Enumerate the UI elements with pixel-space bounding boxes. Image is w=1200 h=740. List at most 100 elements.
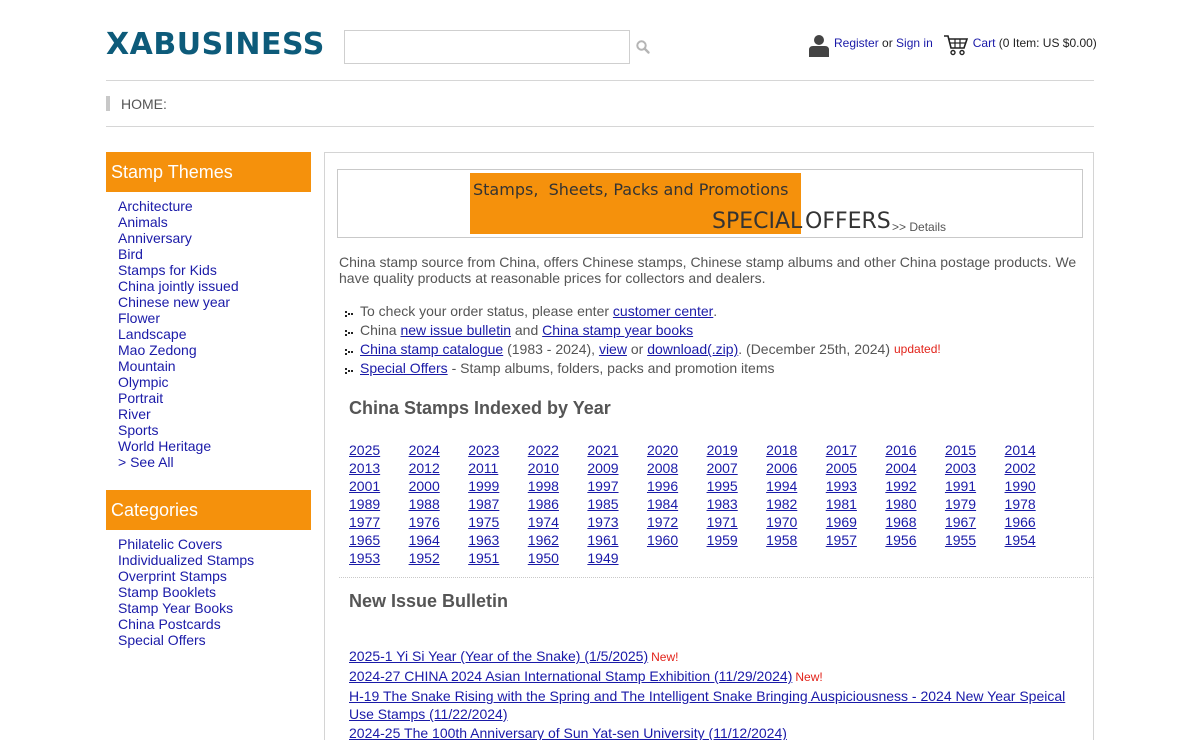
sidebar-item-label[interactable]: Landscape	[118, 326, 187, 342]
year-link[interactable]: 1985	[587, 495, 647, 513]
year-link[interactable]: 1979	[945, 495, 1005, 513]
year-link[interactable]: 1989	[349, 495, 409, 513]
year-link[interactable]: 2012	[409, 459, 469, 477]
sidebar-item-label[interactable]: Mountain	[118, 358, 176, 374]
year-link[interactable]: 2019	[707, 441, 767, 459]
year-link[interactable]: 2000	[409, 477, 469, 495]
sidebar-item-individualized-stamps[interactable]: Individualized Stamps	[118, 552, 254, 568]
year-link[interactable]: 1969	[826, 513, 886, 531]
bulletin-link[interactable]: H-19 The Snake Rising with the Spring an…	[349, 688, 1065, 722]
year-link[interactable]: 1980	[885, 495, 945, 513]
year-link[interactable]: 2009	[587, 459, 647, 477]
year-link[interactable]: 1950	[528, 549, 588, 567]
year-link[interactable]: 2003	[945, 459, 1005, 477]
year-link[interactable]: 2005	[826, 459, 886, 477]
sidebar-item-label[interactable]: Stamps for Kids	[118, 262, 217, 278]
year-link[interactable]: 2013	[349, 459, 409, 477]
year-link[interactable]: 1994	[766, 477, 826, 495]
year-link[interactable]: 2001	[349, 477, 409, 495]
sidebar-item-label[interactable]: China jointly issued	[118, 278, 239, 294]
year-link[interactable]: 2004	[885, 459, 945, 477]
sidebar-item-world-heritage[interactable]: World Heritage	[118, 438, 239, 454]
year-link[interactable]: 2022	[528, 441, 588, 459]
year-link[interactable]: 1992	[885, 477, 945, 495]
sidebar-item-label[interactable]: Mao Zedong	[118, 342, 197, 358]
sidebar-item-philatelic-covers[interactable]: Philatelic Covers	[118, 536, 254, 552]
year-link[interactable]: 1972	[647, 513, 707, 531]
new-issue-bulletin-link[interactable]: new issue bulletin	[400, 321, 511, 340]
year-link[interactable]: 2020	[647, 441, 707, 459]
sidebar-item-olympic[interactable]: Olympic	[118, 374, 239, 390]
sidebar-item-label[interactable]: Overprint Stamps	[118, 568, 227, 584]
year-link[interactable]: 2011	[468, 459, 528, 477]
bulletin-link[interactable]: 2024-25 The 100th Anniversary of Sun Yat…	[349, 725, 787, 740]
sidebar-item-mao-zedong[interactable]: Mao Zedong	[118, 342, 239, 358]
year-link[interactable]: 1971	[707, 513, 767, 531]
sidebar-item-stamp-year-books[interactable]: Stamp Year Books	[118, 600, 254, 616]
sign-in-link[interactable]: Sign in	[896, 36, 933, 50]
year-link[interactable]: 2025	[349, 441, 409, 459]
year-link[interactable]: 2018	[766, 441, 826, 459]
special-offers-link[interactable]: Special Offers	[360, 359, 448, 378]
stamp-catalogue-link[interactable]: China stamp catalogue	[360, 340, 503, 359]
bulletin-link[interactable]: 2025-1 Yi Si Year (Year of the Snake) (1…	[349, 648, 648, 664]
year-link[interactable]: 1993	[826, 477, 886, 495]
year-link[interactable]: 1959	[707, 531, 767, 549]
sidebar-item-label[interactable]: Philatelic Covers	[118, 536, 222, 552]
year-link[interactable]: 2017	[826, 441, 886, 459]
year-link[interactable]: 1981	[826, 495, 886, 513]
sidebar-item-label[interactable]: World Heritage	[118, 438, 211, 454]
sidebar-item-label[interactable]: Flower	[118, 310, 160, 326]
year-link[interactable]: 1958	[766, 531, 826, 549]
year-link[interactable]: 1977	[349, 513, 409, 531]
year-link[interactable]: 2002	[1005, 459, 1065, 477]
year-link[interactable]: 1960	[647, 531, 707, 549]
search-input[interactable]	[344, 30, 630, 64]
sidebar-item-stamps-for-kids[interactable]: Stamps for Kids	[118, 262, 239, 278]
year-link[interactable]: 2006	[766, 459, 826, 477]
year-link[interactable]: 1984	[647, 495, 707, 513]
sidebar-item-china-jointly-issued[interactable]: China jointly issued	[118, 278, 239, 294]
year-link[interactable]: 1966	[1005, 513, 1065, 531]
stamp-year-books-link[interactable]: China stamp year books	[542, 321, 693, 340]
sidebar-item-portrait[interactable]: Portrait	[118, 390, 239, 406]
year-link[interactable]: 1976	[409, 513, 469, 531]
year-link[interactable]: 1956	[885, 531, 945, 549]
cart-icon[interactable]	[943, 34, 969, 56]
year-link[interactable]: 1964	[409, 531, 469, 549]
sidebar-item-label[interactable]: Anniversary	[118, 230, 192, 246]
sidebar-item-animals[interactable]: Animals	[118, 214, 239, 230]
sidebar-item-label[interactable]: Olympic	[118, 374, 169, 390]
sidebar-item-mountain[interactable]: Mountain	[118, 358, 239, 374]
sidebar-item-label[interactable]: Individualized Stamps	[118, 552, 254, 568]
cart-link[interactable]: Cart	[973, 36, 996, 50]
sidebar-item-label[interactable]: River	[118, 406, 151, 422]
year-link[interactable]: 1957	[826, 531, 886, 549]
year-link[interactable]: 1952	[409, 549, 469, 567]
year-link[interactable]: 1983	[707, 495, 767, 513]
sidebar-item-label[interactable]: Portrait	[118, 390, 163, 406]
year-link[interactable]: 2016	[885, 441, 945, 459]
year-link[interactable]: 2007	[707, 459, 767, 477]
bulletin-link[interactable]: 2024-27 CHINA 2024 Asian International S…	[349, 668, 792, 684]
year-link[interactable]: 1999	[468, 477, 528, 495]
register-link[interactable]: Register	[834, 36, 879, 50]
sidebar-item-label[interactable]: > See All	[118, 454, 174, 470]
sidebar-item-flower[interactable]: Flower	[118, 310, 239, 326]
year-link[interactable]: 1982	[766, 495, 826, 513]
sidebar-item-overprint-stamps[interactable]: Overprint Stamps	[118, 568, 254, 584]
year-link[interactable]: 1978	[1005, 495, 1065, 513]
year-link[interactable]: 1954	[1005, 531, 1065, 549]
sidebar-item-label[interactable]: Chinese new year	[118, 294, 230, 310]
year-link[interactable]: 1970	[766, 513, 826, 531]
sidebar-item-see-all[interactable]: > See All	[118, 454, 239, 470]
year-link[interactable]: 2008	[647, 459, 707, 477]
sidebar-item-label[interactable]: Stamp Year Books	[118, 600, 233, 616]
sidebar-item-bird[interactable]: Bird	[118, 246, 239, 262]
sidebar-item-label[interactable]: Sports	[118, 422, 158, 438]
sidebar-item-landscape[interactable]: Landscape	[118, 326, 239, 342]
sidebar-item-architecture[interactable]: Architecture	[118, 198, 239, 214]
search-icon[interactable]	[635, 39, 651, 55]
year-link[interactable]: 2014	[1005, 441, 1065, 459]
year-link[interactable]: 2010	[528, 459, 588, 477]
